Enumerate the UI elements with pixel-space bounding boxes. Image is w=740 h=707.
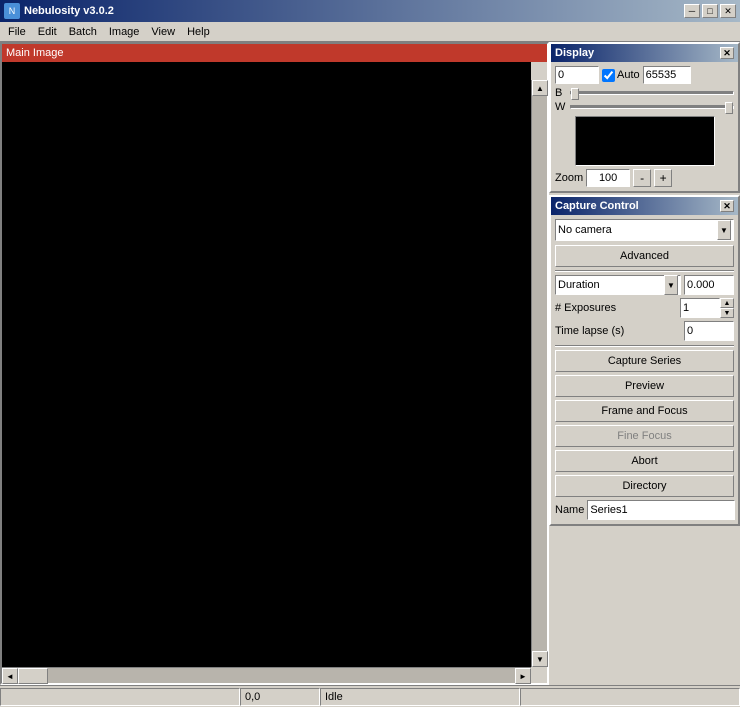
abort-button[interactable]: Abort (555, 450, 734, 472)
main-image-title: Main Image (2, 44, 547, 62)
scroll-left-button[interactable]: ◄ (2, 668, 18, 684)
duration-row: Duration ▼ (555, 275, 734, 295)
status-position: 0,0 (240, 688, 320, 706)
capture-control-panel: Capture Control ✕ No camera ▼ Advanced D… (549, 195, 740, 526)
exposures-label: # Exposures (555, 302, 680, 314)
duration-label: Duration (558, 279, 600, 291)
status-bar: 0,0 Idle (0, 685, 740, 707)
auto-checkbox[interactable] (602, 69, 615, 82)
menu-view[interactable]: View (145, 24, 181, 40)
separator-2 (555, 345, 734, 347)
advanced-button[interactable]: Advanced (555, 245, 734, 267)
display-title-label: Display (555, 47, 594, 59)
title-bar-buttons: ─ □ ✕ (684, 4, 736, 18)
capture-close-button[interactable]: ✕ (720, 200, 734, 212)
display-panel-title: Display ✕ (551, 44, 738, 62)
title-bar: N Nebulosity v3.0.2 ─ □ ✕ (0, 0, 740, 22)
exposures-spinbuttons: ▲ ▼ (720, 298, 734, 318)
display-black-row: Auto (555, 66, 734, 84)
zoom-input[interactable] (586, 169, 630, 187)
white-value-input[interactable] (643, 66, 691, 84)
scroll-up-button[interactable]: ▲ (532, 80, 548, 96)
directory-button[interactable]: Directory (555, 475, 734, 497)
b-label: B (555, 87, 567, 99)
status-extra (520, 688, 740, 706)
duration-dropdown-arrow[interactable]: ▼ (664, 275, 678, 295)
white-slider-thumb[interactable] (725, 102, 733, 114)
zoom-label: Zoom (555, 172, 583, 184)
exposures-row: # Exposures ▲ ▼ (555, 298, 734, 318)
timelapse-input[interactable] (684, 321, 734, 341)
zoom-plus-button[interactable]: + (654, 169, 672, 187)
duration-select[interactable]: Duration ▼ (555, 275, 681, 295)
menu-file[interactable]: File (2, 24, 32, 40)
coords-label (5, 691, 8, 703)
frame-and-focus-button[interactable]: Frame and Focus (555, 400, 734, 422)
scroll-right-button[interactable]: ► (515, 668, 531, 684)
preview-button[interactable]: Preview (555, 375, 734, 397)
scroll-track-vertical[interactable] (532, 96, 547, 651)
zoom-minus-button[interactable]: - (633, 169, 651, 187)
main-image-panel: Main Image ▲ ▼ ◄ ► (0, 42, 549, 685)
auto-label: Auto (617, 69, 640, 81)
scroll-thumb-horizontal[interactable] (18, 668, 48, 684)
separator-1 (555, 270, 734, 272)
display-preview (575, 116, 715, 166)
menu-help[interactable]: Help (181, 24, 216, 40)
capture-series-button[interactable]: Capture Series (555, 350, 734, 372)
minimize-button[interactable]: ─ (684, 4, 700, 18)
image-canvas (2, 62, 531, 667)
timelapse-row: Time lapse (s) (555, 321, 734, 341)
auto-checkbox-label: Auto (602, 69, 640, 82)
menu-batch[interactable]: Batch (63, 24, 103, 40)
timelapse-label: Time lapse (s) (555, 325, 684, 337)
horizontal-scrollbar[interactable]: ◄ ► (2, 667, 531, 683)
name-row: Name (555, 500, 734, 520)
right-panels: Display ✕ Auto B (549, 42, 740, 685)
name-label: Name (555, 504, 584, 516)
status-state: Idle (320, 688, 520, 706)
vertical-scrollbar[interactable]: ▲ ▼ (531, 80, 547, 667)
app-title: Nebulosity v3.0.2 (24, 5, 114, 17)
black-value-input[interactable] (555, 66, 599, 84)
display-close-button[interactable]: ✕ (720, 47, 734, 59)
exposures-increment[interactable]: ▲ (720, 298, 734, 308)
scroll-track-horizontal[interactable] (18, 668, 515, 683)
scroll-down-button[interactable]: ▼ (532, 651, 548, 667)
black-slider[interactable] (570, 91, 734, 95)
duration-input[interactable] (684, 275, 734, 295)
fine-focus-button[interactable]: Fine Focus (555, 425, 734, 447)
menu-edit[interactable]: Edit (32, 24, 63, 40)
white-slider[interactable] (570, 105, 734, 109)
menu-image[interactable]: Image (103, 24, 146, 40)
app-icon: N (4, 3, 20, 19)
exposures-spin: ▲ ▼ (680, 298, 734, 318)
title-bar-left: N Nebulosity v3.0.2 (4, 3, 114, 19)
close-button[interactable]: ✕ (720, 4, 736, 18)
w-label: W (555, 101, 567, 113)
capture-panel-title: Capture Control ✕ (551, 197, 738, 215)
zoom-row: Zoom - + (555, 169, 734, 187)
black-slider-row: B (555, 87, 734, 99)
main-layout: Main Image ▲ ▼ ◄ ► Display (0, 42, 740, 685)
menu-bar: File Edit Batch Image View Help (0, 22, 740, 42)
exposures-decrement[interactable]: ▼ (720, 308, 734, 318)
black-slider-thumb[interactable] (571, 88, 579, 100)
camera-select[interactable]: No camera ▼ (555, 219, 734, 241)
camera-label: No camera (558, 224, 612, 236)
display-panel: Display ✕ Auto B (549, 42, 740, 193)
white-slider-row: W (555, 101, 734, 113)
name-input[interactable] (587, 500, 735, 520)
display-panel-content: Auto B W Zoom (551, 62, 738, 191)
maximize-button[interactable]: □ (702, 4, 718, 18)
status-coords (0, 688, 240, 706)
capture-panel-content: No camera ▼ Advanced Duration ▼ # Expos (551, 215, 738, 524)
capture-title-label: Capture Control (555, 200, 639, 212)
exposures-input[interactable] (680, 298, 720, 318)
camera-dropdown-arrow[interactable]: ▼ (717, 220, 731, 240)
